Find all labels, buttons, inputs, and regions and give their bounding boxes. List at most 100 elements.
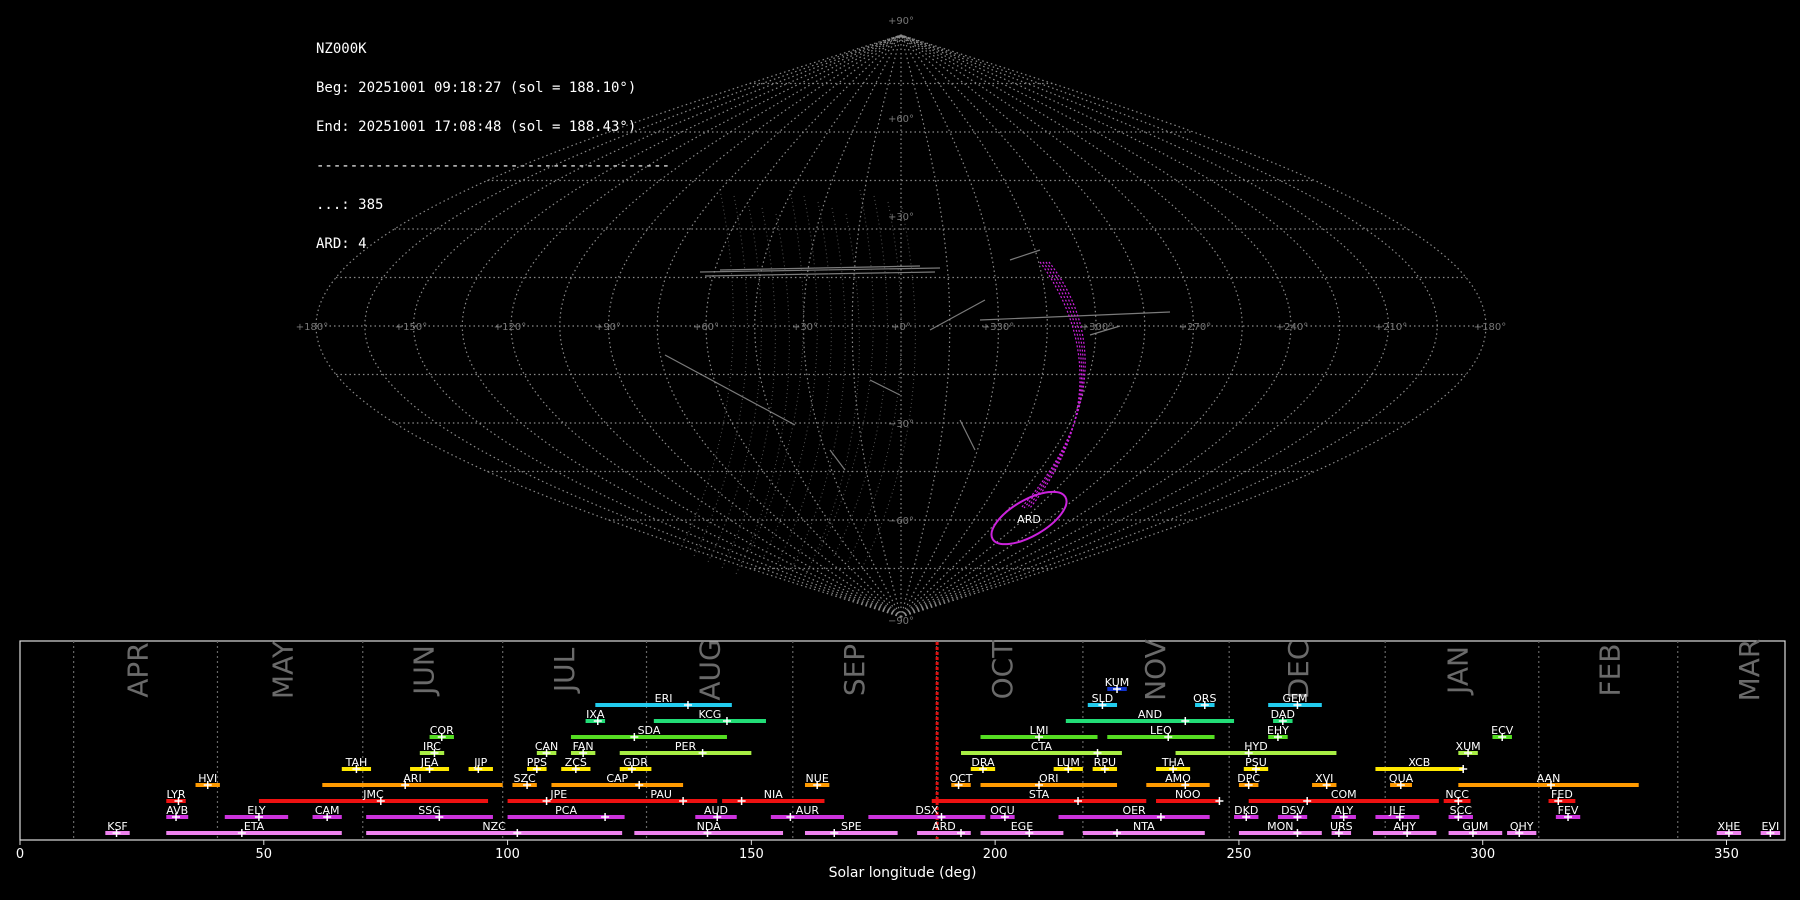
shower-label: KCG [698,708,721,721]
longitude-tick-label: +150° [395,322,427,333]
shower-label: GEM [1283,692,1308,705]
shower-label: NDA [697,820,722,833]
shower-label: AND [1138,708,1162,721]
shower-label: DKD [1234,804,1258,817]
meteor-track [791,207,846,569]
shower-label: DRA [971,756,995,769]
shower-label: SCC [1450,804,1473,817]
shower-label: STA [1029,788,1050,801]
shower-label: NCC [1445,788,1469,801]
shower-label: AVB [166,804,188,817]
shower-label: LEO [1150,724,1172,737]
shower-label: NIA [764,788,783,801]
month-label: OCT [986,640,1019,700]
shower-label: PPS [527,756,547,769]
meteor-track [869,379,901,396]
shower-label: TAH [345,756,368,769]
longitude-tick-label: +120° [494,322,526,333]
longitude-tick-label: +90° [595,322,621,333]
shower-label: ETA [244,820,265,833]
meteor-track [749,189,804,551]
shower-label: CAM [315,804,340,817]
longitude-tick-label: +210° [1375,322,1407,333]
x-tick-label: 250 [1227,847,1252,862]
shower-label: LYR [167,788,186,801]
latitude-tick-label: −60° [888,516,914,527]
shower-label: ELY [247,804,266,817]
shower-label: SSG [418,804,441,817]
meteor-track [861,207,916,569]
shower-label: AUR [796,804,820,817]
meteor-track [777,201,832,563]
shower-label: URS [1330,820,1353,833]
month-label: MAR [1733,639,1766,702]
shower-label: QUA [1389,772,1414,785]
x-tick-label: 350 [1714,847,1739,862]
shower-label: HYD [1244,740,1267,753]
latitude-tick-label: +60° [888,114,914,125]
x-axis-label: Solar longitude (deg) [829,865,977,881]
shower-label: OCU [990,804,1014,817]
shower-label: JMC [362,788,384,801]
shower-label: MON [1267,820,1293,833]
month-label: FEB [1593,643,1626,696]
shower-label: JPE [549,788,567,801]
sky-map: ARD +180° +150° +120° +90° +60° +30° +0° +330° +3… [296,16,1506,627]
shower-label: COR [430,724,454,737]
month-label: JAN [1441,646,1474,696]
shower-label: SZC [514,772,537,785]
shower-label: QHY [1510,820,1534,833]
month-label: AUG [693,639,726,700]
x-tick-label: 100 [495,847,520,862]
month-label: NOV [1139,639,1172,701]
shower-label: XUM [1456,740,1481,753]
shower-label: LMI [1030,724,1049,737]
shower-label: SPE [841,820,862,833]
shower-label: DPC [1237,772,1260,785]
shower-label: KUM [1105,676,1129,689]
shower-label: SLD [1092,692,1114,705]
meteor-track [929,299,986,331]
shower-label: EGE [1011,820,1033,833]
shower-label: AUD [704,804,728,817]
shower-label: OCT [949,772,972,785]
x-tick-label: 300 [1470,847,1495,862]
shower-label: FEV [1558,804,1579,817]
longitude-tick-label: +300° [1081,322,1113,333]
shower-label: GUM [1462,820,1488,833]
shower-label: JIP [473,756,487,769]
month-label: APR [121,642,154,698]
latitude-tick-label: −30° [888,419,914,430]
shower-label: HVI [198,772,217,785]
meteor-track [833,195,888,557]
shower-label: OER [1122,804,1146,817]
shower-label: DAD [1271,708,1295,721]
shower-label: CAP [606,772,628,785]
shower-label: ARI [403,772,421,785]
month-label: DEC [1282,641,1315,700]
shower-label: FED [1551,788,1573,801]
shower-label: NTA [1133,820,1155,833]
shower-label: GDR [623,756,648,769]
meteor-track [959,419,976,451]
meteor-track [679,189,734,551]
meteor-track [819,189,874,551]
shower-label: AAN [1537,772,1561,785]
radiant-chart: ARD +180° +150° +120° +90° +60° +30° +0° +330° +3… [16,16,1786,881]
longitude-tick-label: +330° [982,322,1014,333]
shower-label: NZC [482,820,506,833]
shower-label: IXA [586,708,605,721]
longitude-tick-label: +240° [1276,322,1308,333]
shower-label: ERI [655,692,673,705]
shower-label: NOO [1175,788,1201,801]
shower-label: XVI [1315,772,1333,785]
shower-label: ECV [1491,724,1514,737]
shower-label: XHE [1718,820,1741,833]
meteor-track [1009,249,1041,261]
shower-label: EVI [1762,820,1780,833]
shower-label: JEA [420,756,439,769]
shower-label: PAU [650,788,672,801]
latitude-tick-label: +30° [888,212,914,223]
x-tick-label: 200 [983,847,1008,862]
x-tick-label: 150 [739,847,764,862]
